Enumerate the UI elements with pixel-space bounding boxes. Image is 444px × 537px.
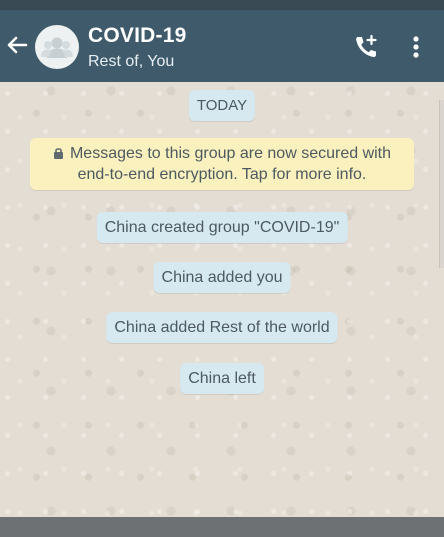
system-message-group-created: China created group "COVID-19" xyxy=(96,212,348,243)
chat-title-block[interactable]: COVID-19 Rest of, You xyxy=(88,23,328,73)
chat-area[interactable]: TODAY Messages to this group are now sec… xyxy=(0,82,444,517)
bottom-bar xyxy=(0,517,444,537)
lock-icon xyxy=(53,144,64,159)
encryption-notice-text-2: end-to-end encryption. Tap for more info… xyxy=(77,166,367,183)
scrollbar[interactable] xyxy=(439,100,444,268)
group-participants: Rest of, You xyxy=(88,53,175,70)
chat-header: COVID-19 Rest of, You xyxy=(0,10,444,82)
more-vertical-icon[interactable] xyxy=(404,32,428,62)
system-message-added-rest: China added Rest of the world xyxy=(106,312,338,343)
encryption-notice-line-1: Messages to this group are now secured w… xyxy=(30,143,414,164)
system-message-added-you: China added you xyxy=(153,262,291,293)
status-bar xyxy=(0,0,444,10)
system-message-china-left: China left xyxy=(180,363,264,394)
encryption-notice-text-1: Messages to this group are now secured w… xyxy=(69,145,392,162)
group-title: COVID-19 xyxy=(88,24,187,47)
encryption-notice[interactable]: Messages to this group are now secured w… xyxy=(30,138,414,190)
date-divider: TODAY xyxy=(188,90,256,121)
arrow-left-icon[interactable] xyxy=(4,32,30,58)
group-avatar-icon[interactable] xyxy=(35,25,79,69)
add-call-icon[interactable] xyxy=(352,32,382,62)
